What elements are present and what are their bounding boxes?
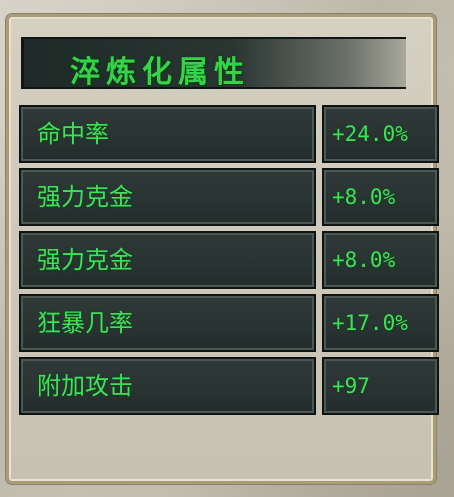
attribute-value: +17.0% (332, 311, 408, 335)
attribute-value-cell: +24.0% (322, 105, 439, 163)
attribute-name: 命中率 (37, 120, 109, 148)
attribute-row: 命中率 +24.0% (19, 105, 441, 163)
attribute-value: +97 (332, 374, 370, 398)
attribute-value-cell: +8.0% (322, 168, 439, 226)
attribute-value-cell: +17.0% (322, 294, 439, 352)
attribute-name-cell: 命中率 (19, 105, 316, 163)
attribute-table: 命中率 +24.0% 强力克金 +8.0% 强力克金 +8.0% 狂暴几率 +1… (19, 105, 441, 415)
attribute-row: 强力克金 +8.0% (19, 168, 441, 226)
attribute-value: +8.0% (332, 185, 396, 209)
attribute-value: +8.0% (332, 248, 396, 272)
panel-title: 淬炼化属性 (70, 55, 250, 90)
attribute-name-cell: 狂暴几率 (19, 294, 316, 352)
attribute-row: 强力克金 +8.0% (19, 231, 441, 289)
attribute-name: 狂暴几率 (37, 309, 133, 337)
attribute-value-cell: +97 (322, 357, 439, 415)
panel-title-bar: 淬炼化属性 (21, 37, 406, 90)
attribute-name-cell: 强力克金 (19, 231, 316, 289)
attribute-name: 附加攻击 (37, 372, 133, 400)
game-screen: 淬炼化属性 命中率 +24.0% 强力克金 +8.0% 强力克金 +8.0% 狂… (0, 0, 454, 497)
refine-attributes-panel: 淬炼化属性 命中率 +24.0% 强力克金 +8.0% 强力克金 +8.0% 狂… (6, 14, 439, 484)
attribute-row: 狂暴几率 +17.0% (19, 294, 441, 352)
attribute-name: 强力克金 (37, 246, 133, 274)
attribute-name: 强力克金 (37, 183, 133, 211)
attribute-value-cell: +8.0% (322, 231, 439, 289)
attribute-value: +24.0% (332, 122, 408, 146)
attribute-row: 附加攻击 +97 (19, 357, 441, 415)
attribute-name-cell: 附加攻击 (19, 357, 316, 415)
attribute-name-cell: 强力克金 (19, 168, 316, 226)
